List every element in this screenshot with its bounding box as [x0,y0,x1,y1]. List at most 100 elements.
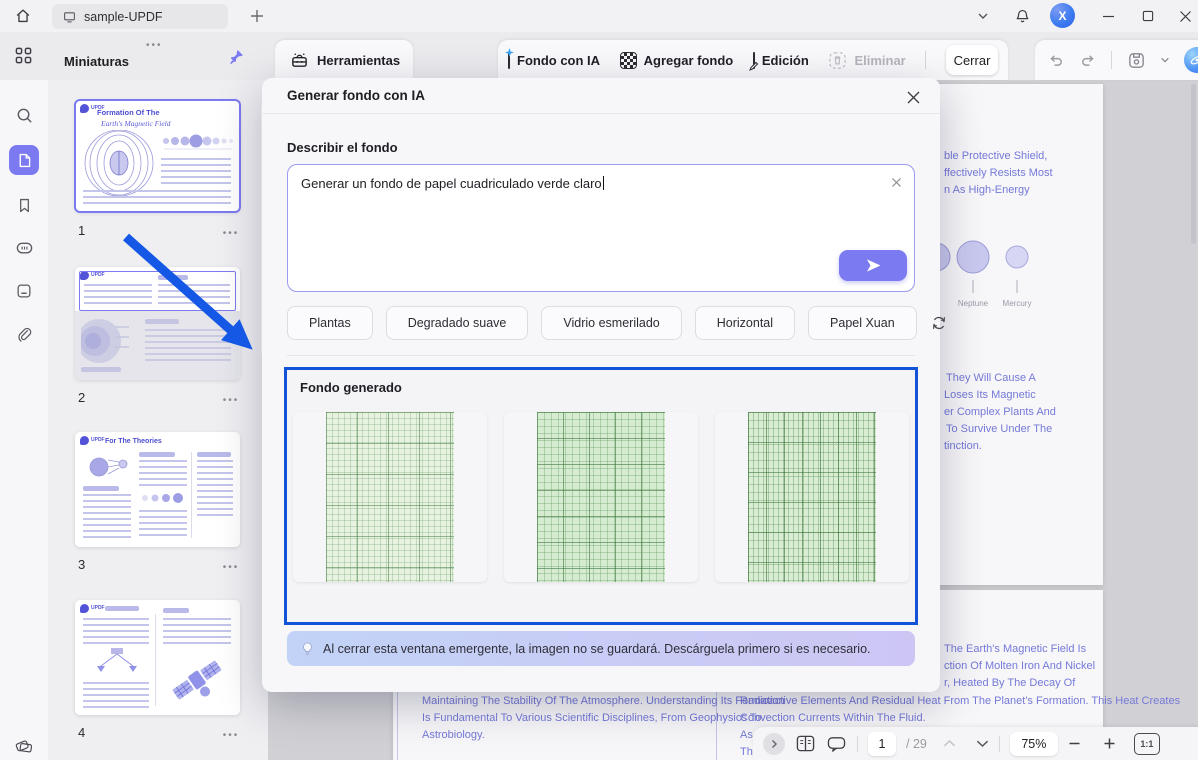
dialog-title: Generar fondo con IA [287,88,426,103]
pages-icon[interactable] [9,276,39,306]
canvas-scrollbar[interactable] [1191,84,1196,244]
zoom-out-icon[interactable] [1068,737,1081,750]
zoom-in-icon[interactable] [1103,737,1116,750]
generate-background-dialog: Generar fondo con IA Describir el fondo … [262,78,945,692]
thumbnail-2-more-icon[interactable] [220,393,242,407]
page-number-input[interactable]: 1 [868,731,896,756]
chevron-down-icon[interactable] [970,4,996,28]
comment-bubble-icon[interactable] [826,735,847,753]
network-diagram [97,648,137,672]
updf-logo: UPDF [80,604,105,613]
chip-horizontal[interactable]: Horizontal [694,305,796,340]
delete-trash-icon [828,51,847,70]
clear-input-icon[interactable] [891,177,902,188]
previous-page-icon[interactable] [943,739,956,748]
thumbnail-1-more-icon[interactable] [220,226,242,240]
page-view-icon[interactable] [795,734,816,753]
send-button[interactable] [839,250,907,281]
save-options-chevron-icon[interactable] [1160,55,1170,65]
prompt-suggestions: Plantas Degradado suave Vidrio esmerilad… [287,305,945,340]
chip-plantas[interactable]: Plantas [287,305,373,340]
thumbnail-page-1[interactable]: UPDF Formation Of The Earth's Magnetic F… [74,99,241,213]
thumb-heading-chip [139,452,175,457]
signature-swatch-icon[interactable] [9,730,39,760]
pdf-text-line: Is Fundamental To Various Scientific Dis… [422,712,762,724]
tab-agregar-fondo-label: Agregar fondo [643,52,734,68]
close-window-icon[interactable] [1172,4,1198,28]
new-tab-plus-icon[interactable] [244,4,270,28]
search-icon[interactable] [9,100,39,130]
window-titlebar: sample-UPDF X [0,0,1198,32]
document-tab[interactable]: sample-UPDF [52,4,228,29]
magnetic-field-diagram [84,130,154,196]
generated-preview-3[interactable] [715,412,909,582]
dialog-close-icon[interactable] [902,86,924,108]
thumb-heading-chip [163,608,189,613]
undo-icon[interactable] [1047,51,1065,69]
thumbnail-page-2[interactable]: UPDF [75,267,240,380]
planet-size-chart [163,134,233,150]
thumbnail-4-more-icon[interactable] [220,728,242,742]
save-icon[interactable] [1127,51,1146,70]
bell-icon[interactable] [1009,4,1035,28]
thumbnail-3-more-icon[interactable] [220,560,242,574]
expand-panel-icon[interactable] [763,732,785,755]
pdf-text-line: r, Heated By The Decay Of [944,677,1076,689]
chip-vidrio-esmerilado[interactable]: Vidrio esmerilado [541,305,682,340]
background-prompt-input[interactable]: Generar un fondo de papel cuadriculado v… [287,164,915,292]
toolbox-icon [290,51,309,70]
avatar[interactable]: X [1050,3,1075,28]
document-tab-title: sample-UPDF [84,9,163,24]
background-tools-group: Fondo con IA Agregar fondo Edición Elimi… [498,40,1008,80]
generated-preview-2[interactable] [504,412,698,582]
pdf-text-line: ction Of Molten Iron And Nickel [944,660,1096,672]
generated-preview-1[interactable] [293,412,487,582]
minimize-icon[interactable] [1095,4,1121,28]
pdf-text-line: tinction. [944,440,982,452]
refresh-suggestions-icon[interactable] [930,314,948,332]
bulb-icon [303,641,312,655]
status-bar: 1 / 29 75% 1:1 [753,727,1198,760]
edit-pencil-icon [748,51,759,71]
thumbnail-page-4[interactable]: UPDF [75,600,240,715]
cerrar-button[interactable]: Cerrar [945,45,998,75]
tab-herramientas[interactable]: Herramientas [275,40,413,80]
pdf-text-line: Convection Currents Within The Fluid. [740,712,926,724]
pdf-text-line: The Earth's Magnetic Field Is [944,643,1087,655]
chip-papel-xuan[interactable]: Papel Xuan [808,305,917,340]
redo-icon[interactable] [1079,51,1097,69]
bookmark-icon[interactable] [9,190,39,220]
tab-fondo-con-ia-label: Fondo con IA [517,52,601,68]
zoom-level-input[interactable]: 75% [1009,731,1058,756]
next-page-icon[interactable] [976,739,989,748]
pdf-text-line: ffectively Resists Most [944,167,1053,179]
dialog-header: Generar fondo con IA [262,78,940,114]
tab-edicion[interactable]: Edición [748,51,809,71]
thumb-text-block [163,618,231,648]
generated-previews [293,412,909,582]
thumbnail-page-3[interactable]: UPDF For The Theories [75,432,240,547]
chip-degradado-suave[interactable]: Degradado suave [385,305,529,340]
grid-paper-art [747,412,877,582]
comments-panel-icon[interactable] [9,233,39,263]
tab-agregar-fondo[interactable]: Agregar fondo [619,51,734,69]
text-caret [602,176,604,190]
panel-drag-handle-icon[interactable] [146,35,163,53]
describe-label: Describir el fondo [287,140,398,155]
tab-fondo-con-ia[interactable]: Fondo con IA [505,47,601,69]
paperclip-icon[interactable] [9,320,39,350]
apps-grid-icon[interactable] [14,46,33,65]
home-icon[interactable] [10,4,36,28]
dialog-divider [287,355,915,356]
updf-logo: UPDF [80,436,105,445]
actual-size-icon[interactable]: 1:1 [1133,732,1160,755]
maximize-icon[interactable] [1135,4,1161,28]
thumb3-title: For The Theories [105,438,162,445]
planet-row [142,493,183,503]
thumbnails-panel: UPDF Formation Of The Earth's Magnetic F… [48,80,268,760]
thumb-heading-chip [83,486,119,491]
ai-assistant-icon[interactable] [1183,47,1198,73]
orbit-diagram [89,457,128,477]
thumbnails-panel-icon[interactable] [9,145,39,175]
pin-icon[interactable] [228,48,245,65]
